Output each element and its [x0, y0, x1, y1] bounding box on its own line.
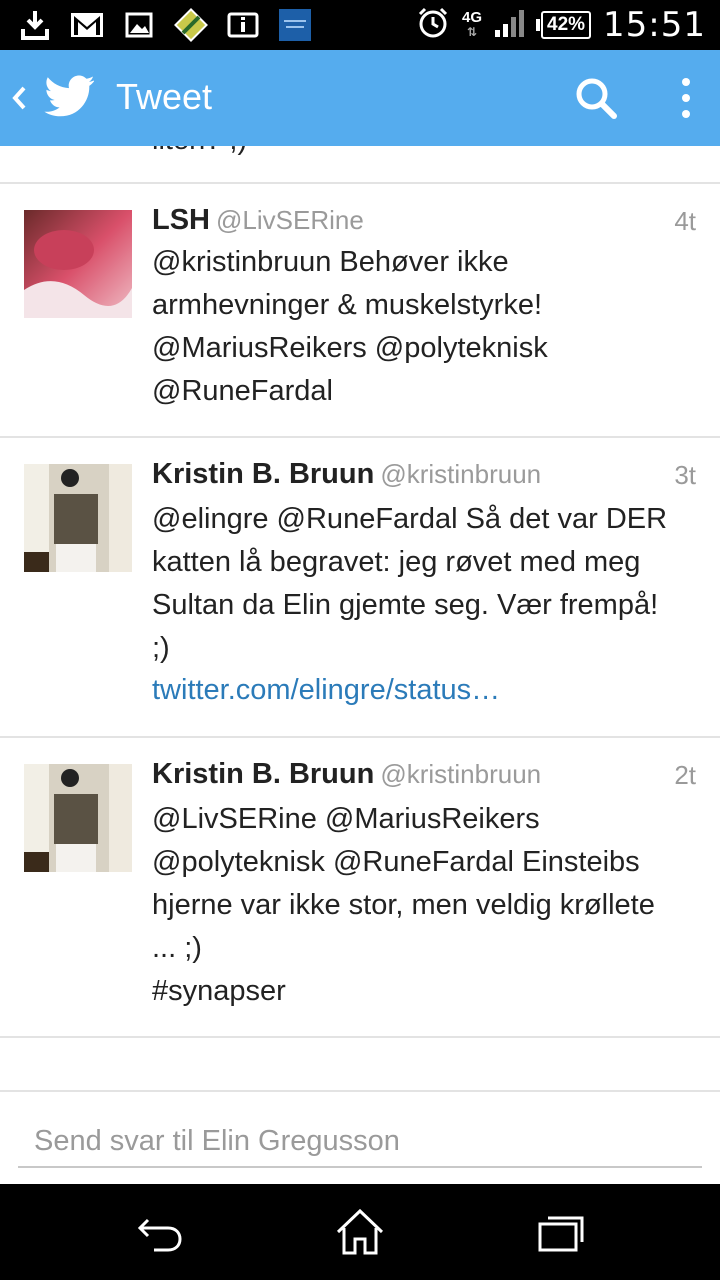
tweet-text: @kristinbruun Behøver ikke armhevninger …: [152, 246, 548, 407]
tweet-list[interactable]: liten? ;) LSH@LivSERine 4t @kristinbruun…: [0, 146, 720, 1086]
network-label: 4G: [462, 9, 483, 26]
notification-icons: [18, 7, 312, 43]
author-handle[interactable]: @kristinbruun: [380, 759, 541, 789]
tweet-header: Kristin B. Bruun @kristinbruun 2t: [152, 758, 696, 798]
app-icon: [174, 8, 208, 42]
gallery-icon: [122, 8, 156, 42]
reply-input[interactable]: [18, 1116, 702, 1168]
reply-bar: [0, 1090, 720, 1184]
twitter-bird-icon[interactable]: [44, 74, 95, 118]
battery-level: 42%: [541, 11, 592, 39]
clipped-tweet-text: liten? ;): [152, 146, 247, 157]
search-icon[interactable]: [574, 76, 618, 120]
tweet-text: @LivSERine @MariusReikers @polyteknisk @…: [152, 803, 655, 1007]
tweet-item[interactable]: LSH @LivSERine 4t @kristinbruun Behøver i…: [0, 184, 720, 436]
system-status: 4G ⇅ 42% 15:51: [416, 0, 706, 50]
action-bar: Tweet: [0, 50, 720, 146]
battery-indicator: 42%: [536, 11, 592, 39]
info-icon: [226, 8, 260, 42]
navigation-bar: [0, 1184, 720, 1280]
avatar[interactable]: [24, 464, 132, 572]
data-arrows-icon: ⇅: [466, 25, 478, 39]
tweet-time: 3t: [674, 460, 696, 490]
author-handle[interactable]: @kristinbruun: [380, 459, 541, 489]
tweet-text: @elingre @RuneFardal Så det var DER katt…: [152, 503, 668, 664]
tweet-header: LSH @LivSERine 4t: [152, 204, 696, 244]
recent-apps-icon[interactable]: [536, 1206, 588, 1258]
xperia-lounge-icon: [278, 8, 312, 42]
page-title: Tweet: [116, 76, 213, 117]
divider: [0, 1036, 720, 1038]
battery-tip: [536, 19, 541, 31]
tweet-item[interactable]: Kristin B. Bruun @kristinbruun 2t @LivSER…: [0, 738, 720, 1036]
signal-icon: [494, 8, 525, 43]
clock: 15:51: [603, 5, 706, 45]
tweet-time: 2t: [674, 760, 696, 790]
avatar[interactable]: [24, 210, 132, 318]
alarm-icon: [416, 6, 450, 45]
tweet-item[interactable]: Kristin B. Bruun @kristinbruun 3t @elingr…: [0, 438, 720, 736]
network-type: 4G ⇅: [462, 9, 483, 39]
author-name[interactable]: LSH: [152, 204, 210, 236]
tweet-header: Kristin B. Bruun @kristinbruun 3t: [152, 458, 696, 498]
author-name[interactable]: Kristin B. Bruun: [152, 758, 374, 790]
home-icon[interactable]: [334, 1206, 386, 1258]
avatar[interactable]: [24, 764, 132, 872]
tweet-time: 4t: [674, 206, 696, 236]
download-icon: [18, 8, 52, 42]
tweet-link[interactable]: twitter.com/elingre/status…: [152, 674, 500, 707]
overflow-menu-icon[interactable]: [672, 74, 700, 122]
author-name[interactable]: Kristin B. Bruun: [152, 458, 374, 490]
back-icon[interactable]: [134, 1206, 186, 1258]
chevron-left-icon[interactable]: [8, 78, 30, 118]
status-bar: 4G ⇅ 42% 15:51: [0, 0, 720, 50]
author-handle[interactable]: @LivSERine: [216, 205, 364, 235]
gmail-icon: [70, 8, 104, 42]
